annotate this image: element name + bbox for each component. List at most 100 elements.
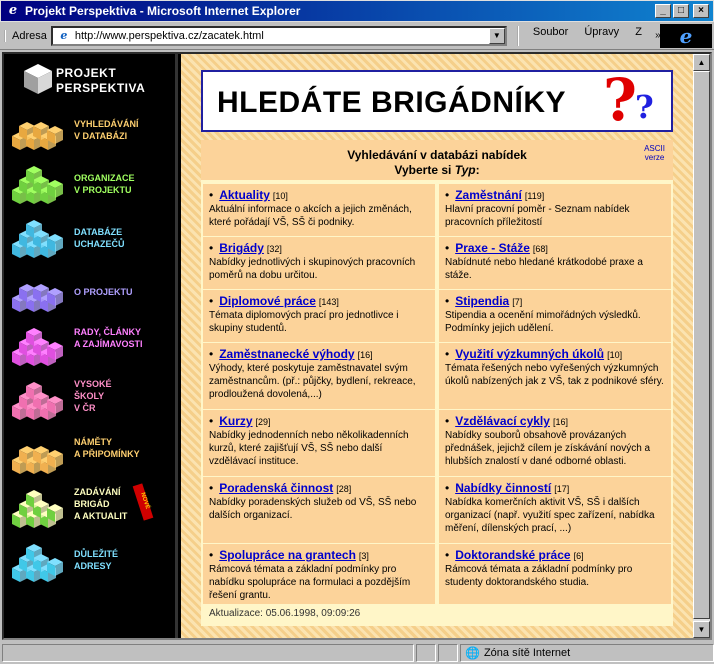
nav-item-vysoke[interactable]: VYSOKÉ ŠKOLY V ČR xyxy=(10,376,175,428)
category-link[interactable]: Brigády xyxy=(219,241,264,255)
minimize-button[interactable]: _ xyxy=(655,4,671,18)
bullet-icon: • xyxy=(209,294,214,308)
category-link[interactable]: Vzdělávací cykly xyxy=(455,414,550,428)
bullet-icon: • xyxy=(445,188,450,202)
nav-label: NÁMĚTY A PŘIPOMÍNKY xyxy=(74,437,140,459)
category-link[interactable]: Kurzy xyxy=(219,414,252,428)
ie-icon: e xyxy=(8,3,18,18)
logo-text: PROJEKT PERSPEKTIVA xyxy=(56,66,146,95)
category-cell: • Stipendia [7] Stipendia a ocenění mimořád… xyxy=(439,290,671,342)
category-cell: • Doktorandské práce [6] Rámcová témata a z… xyxy=(439,544,671,604)
address-label: Adresa xyxy=(4,29,47,42)
category-header: • Stipendia [7] xyxy=(445,294,667,308)
category-link[interactable]: Zaměstnanecké výhody xyxy=(219,347,354,361)
category-link[interactable]: Aktuality xyxy=(219,188,270,202)
status-bar: 🌐 Zóna sítě Internet xyxy=(0,642,714,664)
browser-viewport: PROJEKT PERSPEKTIVA VYHLEDÁVÁNÍ V DATABÁZ… xyxy=(2,52,712,640)
category-link[interactable]: Praxe - Stáže xyxy=(455,241,530,255)
category-cell: • Nabídky činností [17] Nabídka komerčních … xyxy=(439,477,671,543)
category-description: Nabídky poradenských služeb od VŠ, SŠ ne… xyxy=(209,497,417,521)
category-description: Nabídky jednotlivých i skupinových praco… xyxy=(209,257,416,281)
bullet-icon: • xyxy=(445,294,450,308)
category-header: • Zaměstnání [119] xyxy=(445,188,667,202)
banner-title: HLEDÁTE BRIGÁDNÍKY xyxy=(217,86,567,119)
category-link[interactable]: Stipendia xyxy=(455,294,509,308)
menu-soubor[interactable]: Soubor xyxy=(525,26,576,46)
category-cell: • Spolupráce na grantech [3] Rámcová témata… xyxy=(203,544,435,604)
blocks-icon xyxy=(12,110,72,150)
zone-label: Zóna sítě Internet xyxy=(483,647,571,659)
dropdown-arrow-icon[interactable]: ▼ xyxy=(488,27,505,44)
close-button[interactable]: × xyxy=(693,4,709,18)
question-mark-red: ? xyxy=(603,66,637,134)
bullet-icon: • xyxy=(209,548,214,562)
category-cell: • Kurzy [29] Nabídky jednodenních nebo něko… xyxy=(203,410,435,476)
menu-zobrazit[interactable]: Z xyxy=(627,26,650,46)
category-cell: • Zaměstnání [119] Hlavní pracovní poměr - … xyxy=(439,184,671,236)
category-cell: • Poradenská činnost [28] Nabídky poradensk… xyxy=(203,477,435,543)
new-ribbon: NOVÉ xyxy=(132,483,154,521)
bullet-icon: • xyxy=(445,347,450,361)
left-nav-frame: PROJEKT PERSPEKTIVA VYHLEDÁVÁNÍ V DATABÁZ… xyxy=(4,54,178,638)
menu-upravy[interactable]: Úpravy xyxy=(576,26,627,46)
security-zone: 🌐 Zóna sítě Internet xyxy=(460,644,714,662)
nav-label: ORGANIZACE V PROJEKTU xyxy=(74,173,135,195)
nav-item-zadavani[interactable]: ZADÁVÁNÍ BRIGÁD A AKTUALIT NOVÉ xyxy=(10,483,175,536)
category-count: [143] xyxy=(318,297,339,307)
bullet-icon: • xyxy=(209,347,214,361)
bullet-icon: • xyxy=(445,548,450,562)
category-count: [16] xyxy=(357,350,373,360)
globe-icon: 🌐 xyxy=(465,646,480,660)
question-mark-blue: ? xyxy=(635,88,654,126)
ascii-version-link[interactable]: ASCII verze xyxy=(644,144,665,162)
url-input[interactable] xyxy=(74,29,475,42)
category-count: [16] xyxy=(552,417,568,427)
category-header: • Poradenská činnost [28] xyxy=(209,481,431,495)
scroll-up-icon[interactable]: ▲ xyxy=(693,54,710,71)
category-link[interactable]: Doktorandské práce xyxy=(455,548,570,562)
category-header: • Spolupráce na grantech [3] xyxy=(209,548,431,562)
category-link[interactable]: Diplomové práce xyxy=(219,294,316,308)
nav-item-vyhledavani[interactable]: VYHLEDÁVÁNÍ V DATABÁZI xyxy=(10,106,175,158)
nav-label: VYSOKÉ ŠKOLY V ČR xyxy=(74,379,112,413)
bullet-icon: • xyxy=(209,188,214,202)
blocks-icon xyxy=(12,542,72,582)
update-timestamp: Aktualizace: 05.06.1998, 09:09:26 xyxy=(209,608,361,619)
nav-item-dulezite[interactable]: DŮLEŽITÉ ADRESY xyxy=(10,538,175,590)
nav-item-namety[interactable]: NÁMĚTY A PŘIPOMÍNKY xyxy=(10,430,175,482)
scroll-down-icon[interactable]: ▼ xyxy=(693,621,710,638)
category-link[interactable]: Spolupráce na grantech xyxy=(219,548,356,562)
nav-item-organizace[interactable]: ORGANIZACE V PROJEKTU xyxy=(10,160,175,212)
address-field[interactable]: e ▼ xyxy=(50,25,507,46)
category-cell: • Aktuality [10] Aktuální informace o akcíc… xyxy=(203,184,435,236)
nav-label: DATABÁZE UCHAZEČŮ xyxy=(74,227,125,249)
category-count: [29] xyxy=(255,417,271,427)
status-segment xyxy=(416,644,436,662)
category-link[interactable]: Poradenská činnost xyxy=(219,481,333,495)
blocks-icon xyxy=(12,434,72,474)
bullet-icon: • xyxy=(209,414,214,428)
blocks-icon xyxy=(12,488,72,528)
perspektiva-logo[interactable]: PROJEKT PERSPEKTIVA xyxy=(22,62,162,100)
vertical-scrollbar[interactable]: ▲ ▼ xyxy=(693,54,710,638)
category-count: [68] xyxy=(532,244,548,254)
scroll-thumb[interactable] xyxy=(693,71,710,619)
category-header: • Zaměstnanecké výhody [16] xyxy=(209,347,431,361)
blocks-icon xyxy=(12,218,72,258)
page-icon: e xyxy=(60,28,68,42)
category-link[interactable]: Využití výzkumných úkolů xyxy=(455,347,604,361)
category-description: Nabídky souborů obsahově provázaných pře… xyxy=(445,430,651,467)
blocks-icon xyxy=(12,164,72,204)
category-description: Výhody, které poskytuje zaměstnavatel sv… xyxy=(209,363,416,400)
nav-item-rady[interactable]: RADY, ČLÁNKY A ZAJÍMAVOSTI xyxy=(10,322,175,374)
maximize-button[interactable]: □ xyxy=(673,4,689,18)
category-count: [17] xyxy=(554,484,570,494)
nav-item-o-projektu[interactable]: O PROJEKTU xyxy=(10,268,175,320)
category-link[interactable]: Zaměstnání xyxy=(455,188,522,202)
bullet-icon: • xyxy=(445,241,450,255)
bullet-icon: • xyxy=(445,481,450,495)
category-description: Rámcová témata a základní podmínky pro n… xyxy=(209,564,411,601)
bullet-icon: • xyxy=(209,241,214,255)
nav-item-databaze[interactable]: DATABÁZE UCHAZEČŮ xyxy=(10,214,175,266)
category-link[interactable]: Nabídky činností xyxy=(455,481,551,495)
